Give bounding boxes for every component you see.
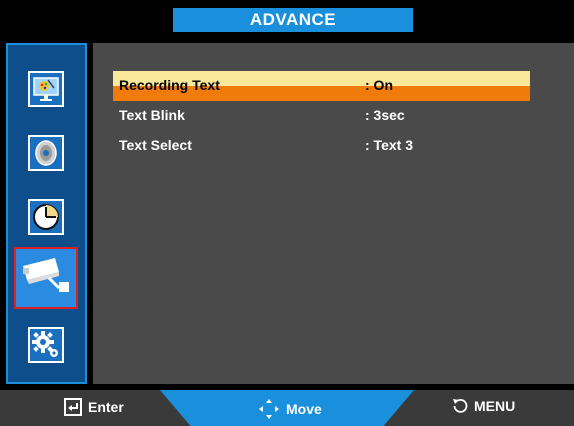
- menu-row-label: Recording Text: [119, 77, 220, 93]
- menu-row-value: : On: [365, 77, 393, 93]
- camera-icon: [19, 256, 73, 301]
- sidebar-item-advance[interactable]: [14, 247, 78, 309]
- menu-row-text-select[interactable]: Text Select : Text 3: [113, 131, 530, 161]
- sidebar-item-sound[interactable]: [16, 123, 76, 183]
- move-label: Move: [286, 401, 322, 417]
- sidebar: [6, 43, 87, 384]
- title-bar: ADVANCE: [0, 0, 574, 38]
- osd-screen: ADVANCE Recording Text: On Text Blink:…: [0, 0, 574, 426]
- enter-hint: Enter: [64, 398, 124, 416]
- menu-row-value: : 3sec: [365, 107, 405, 123]
- sidebar-item-setup[interactable]: [16, 315, 76, 375]
- clock-icon: [28, 199, 64, 235]
- move-hint: Move: [258, 398, 322, 420]
- menu-row-label: Text Select: [119, 137, 192, 153]
- menu-row-text-blink[interactable]: Text Blink : 3sec: [113, 101, 530, 131]
- page-title: ADVANCE: [173, 8, 413, 32]
- settings-panel: Recording Text : On Text Blink : 3sec Te…: [93, 43, 574, 384]
- menu-row-value: : Text 3: [365, 137, 413, 153]
- picture-icon: [28, 71, 64, 107]
- move-arrows-icon: [259, 399, 279, 419]
- enter-icon: [64, 398, 82, 416]
- menu-hint: MENU: [452, 398, 515, 414]
- footer-bar: Enter Move MENU: [0, 390, 574, 426]
- speaker-icon: [28, 135, 64, 171]
- menu-row-label: Text Blink: [119, 107, 185, 123]
- enter-label: Enter: [88, 399, 124, 415]
- sidebar-item-picture[interactable]: [16, 59, 76, 119]
- sidebar-item-time[interactable]: [16, 187, 76, 247]
- menu-row-recording-text[interactable]: Recording Text : On: [113, 71, 530, 101]
- gear-icon: [28, 327, 64, 363]
- menu-label: MENU: [474, 398, 516, 414]
- return-icon: [453, 398, 468, 413]
